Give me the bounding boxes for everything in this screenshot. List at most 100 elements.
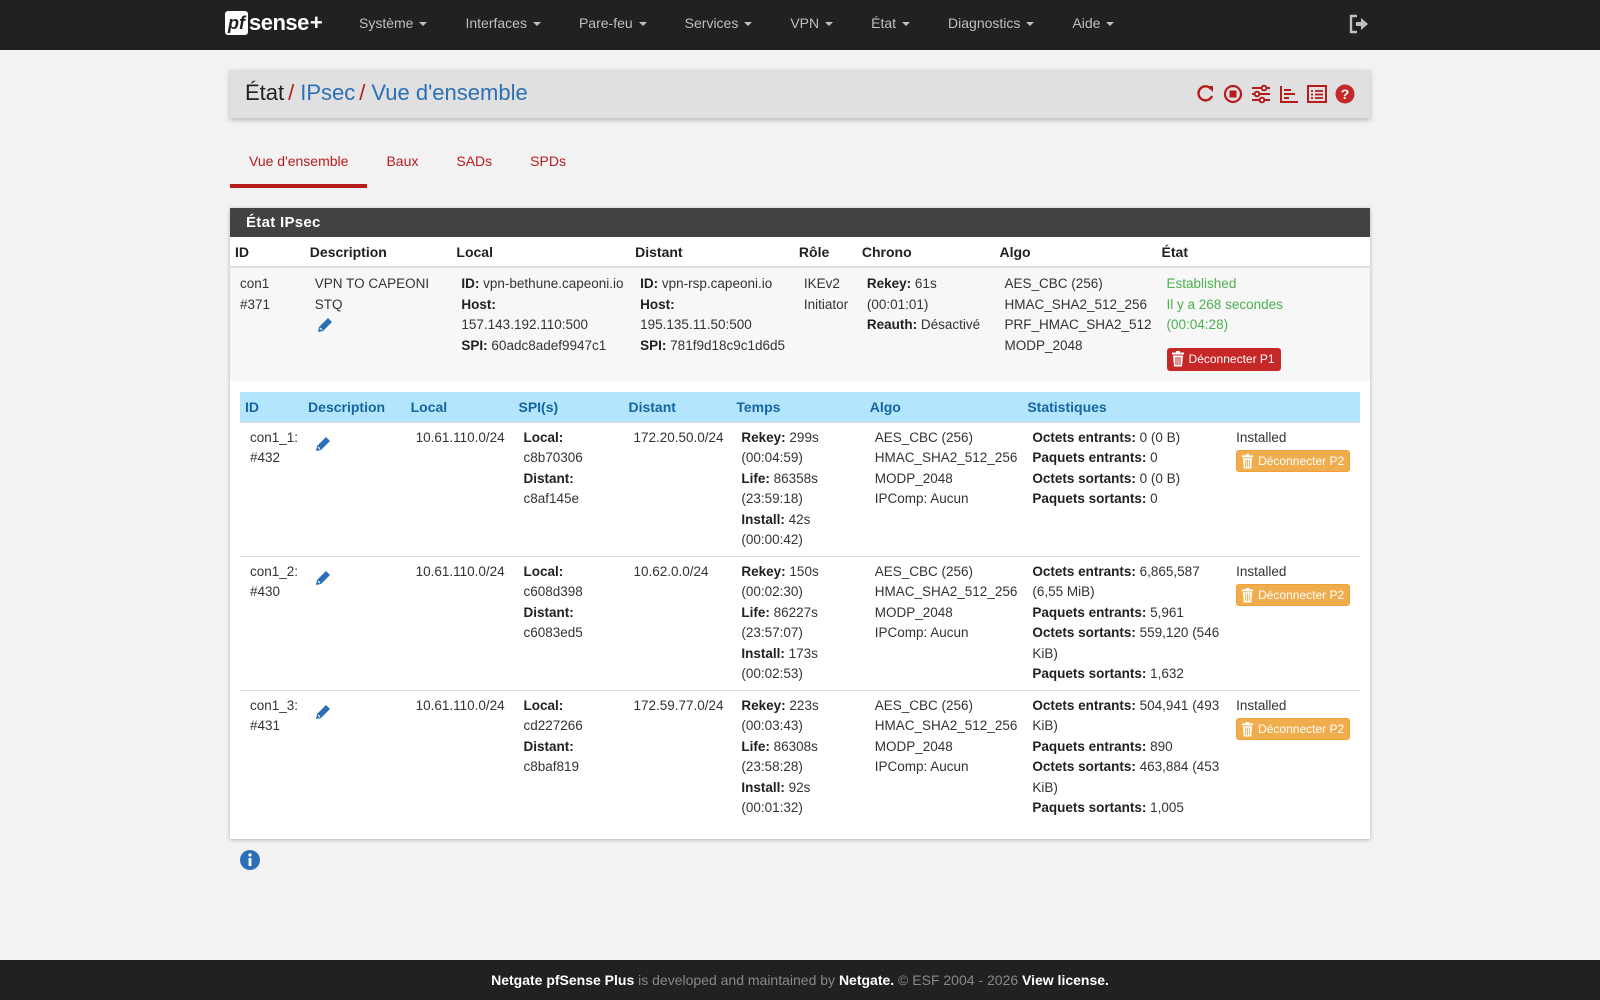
breadcrumb-overview-link[interactable]: Vue d'ensemble xyxy=(371,80,527,105)
p2-status-cell: Installed Déconnecter P2 xyxy=(1226,689,1360,824)
info-icon[interactable] xyxy=(239,849,261,871)
p2-remote-subnet: 172.20.50.0/24 xyxy=(633,429,724,445)
pfsense-logo[interactable]: pf sense + xyxy=(225,10,323,36)
logout-icon[interactable] xyxy=(1348,13,1370,35)
col-header: Temps xyxy=(731,392,865,422)
edit-pencil-icon[interactable] xyxy=(313,702,333,722)
edit-pencil-icon[interactable] xyxy=(315,315,335,335)
tab-leases[interactable]: Baux xyxy=(367,148,437,188)
col-header: Local xyxy=(405,392,514,422)
p2-id-cell: con1_2: #430 xyxy=(240,555,304,690)
edit-pencil-icon[interactable] xyxy=(313,434,333,454)
p2-rekey-time: (00:03:43) xyxy=(741,718,803,733)
trash-icon xyxy=(1171,351,1184,367)
log-list-icon[interactable] xyxy=(1306,83,1328,105)
stop-icon[interactable] xyxy=(1222,83,1244,105)
p2-num: #431 xyxy=(250,718,281,733)
col-header: Description xyxy=(304,237,452,268)
ipsec-status-panel: État IPsec ID Description Local Distant … xyxy=(230,208,1370,839)
label: Local: xyxy=(523,429,564,445)
tab-sads[interactable]: SADs xyxy=(437,148,511,188)
menu-services[interactable]: Services xyxy=(666,0,772,50)
menu-label: Aide xyxy=(1072,15,1101,31)
footer-license-link[interactable]: View license. xyxy=(1022,972,1109,988)
algo-line: AES_CBC (256) xyxy=(874,429,974,445)
p2-stats-cell: Octets entrants: 6,865,587 (6,55 MiB) Paq… xyxy=(1022,555,1227,690)
label: Host: xyxy=(640,296,675,312)
p2-status: Installed xyxy=(1236,697,1287,713)
menu-interfaces[interactable]: Interfaces xyxy=(446,0,559,50)
disconnect-p2-button[interactable]: Déconnecter P2 xyxy=(1236,584,1351,606)
p2-in-packets: 5,961 xyxy=(1150,604,1184,620)
label: Rekey: xyxy=(866,276,912,291)
p2-description-cell xyxy=(303,421,406,556)
child-sa-wrapper: ID Description Local SPI(s) Distant Temp… xyxy=(240,392,1360,824)
top-navbar: pf sense + Système Interfaces Pare-feu S… xyxy=(0,0,1600,50)
p2-local-cell: 10.61.110.0/24 xyxy=(405,689,514,824)
label: Local: xyxy=(523,697,564,713)
footer-netgate-link[interactable]: Netgate. xyxy=(839,972,894,988)
menu-label: Diagnostics xyxy=(948,15,1021,31)
menu-systeme[interactable]: Système xyxy=(340,0,446,50)
label: SPI: xyxy=(461,337,488,353)
p2-spi-cell: Local: c8b70306 Distant: c8af145e xyxy=(513,421,624,556)
p1-status: Established xyxy=(1166,276,1237,291)
button-label: Déconnecter P2 xyxy=(1258,587,1345,602)
menu-label: Interfaces xyxy=(465,15,527,31)
logo-pf: pf xyxy=(225,11,248,35)
menu-diagnostics[interactable]: Diagnostics xyxy=(929,0,1053,50)
p1-header-row: ID Description Local Distant Rôle Chrono… xyxy=(230,237,1370,268)
p1-role: IKEv2 xyxy=(803,276,840,291)
p1-remote-host: 195.135.11.50:500 xyxy=(640,317,752,332)
p2-rekey-time: (00:04:59) xyxy=(741,450,803,465)
p2-local-cell: 10.61.110.0/24 xyxy=(405,421,514,556)
tab-spds[interactable]: SPDs xyxy=(511,148,585,188)
menu-vpn[interactable]: VPN xyxy=(771,0,852,50)
p2-algo-cell: AES_CBC (256) HMAC_SHA2_512_256 MODP_2048 I… xyxy=(864,421,1023,556)
menu-pare-feu[interactable]: Pare-feu xyxy=(560,0,666,50)
page-actions: ? xyxy=(1194,83,1356,105)
help-icon[interactable]: ? xyxy=(1334,83,1356,105)
disconnect-p2-button[interactable]: Déconnecter P2 xyxy=(1236,450,1351,472)
disconnect-p1-button[interactable]: Déconnecter P1 xyxy=(1166,347,1281,371)
footer: Netgate pfSense Plus is developed and ma… xyxy=(0,960,1600,1000)
label: ID: xyxy=(461,276,480,291)
p2-remote-subnet: 10.62.0.0/24 xyxy=(633,563,709,579)
p2-body: con1_1: #432 10.61.110.0/24 Local: c8b70306… xyxy=(240,421,1360,824)
refresh-icon[interactable] xyxy=(1194,83,1216,105)
p2-table: ID Description Local SPI(s) Distant Temp… xyxy=(240,392,1360,824)
p2-local-cell: 10.61.110.0/24 xyxy=(405,555,514,690)
p2-local-subnet: 10.61.110.0/24 xyxy=(415,429,505,445)
p2-rekey: 299s xyxy=(789,429,819,445)
p2-remote-subnet: 172.59.77.0/24 xyxy=(633,697,724,713)
p2-status-cell: Installed Déconnecter P2 xyxy=(1226,555,1360,690)
menu-label: Services xyxy=(684,15,739,31)
p2-time-cell: Rekey: 299s (00:04:59) Life: 86358s (23:59:… xyxy=(731,421,865,556)
caret-down-icon xyxy=(1106,22,1115,27)
p1-rekey-time: (00:01:01) xyxy=(866,296,929,312)
p1-remote-spi: 781f9d18c9c1d6d5 xyxy=(670,337,786,353)
p2-spi-remote: c6083ed5 xyxy=(523,625,583,640)
settings-sliders-icon[interactable] xyxy=(1250,83,1272,105)
p2-out-packets: 1,632 xyxy=(1150,666,1184,681)
p2-spi-cell: Local: c608d398 Distant: c6083ed5 xyxy=(513,555,624,690)
algo-line: PRF_HMAC_SHA2_512 xyxy=(1004,317,1152,332)
menu-etat[interactable]: État xyxy=(852,0,929,50)
edit-pencil-icon[interactable] xyxy=(313,568,333,588)
trash-icon xyxy=(1242,453,1254,468)
label: Reauth: xyxy=(866,317,918,332)
button-label: Déconnecter P2 xyxy=(1258,721,1345,736)
p2-remote-cell: 172.20.50.0/24 xyxy=(623,421,732,556)
menu-aide[interactable]: Aide xyxy=(1053,0,1133,50)
label: Life: xyxy=(741,738,770,754)
disconnect-p2-button[interactable]: Déconnecter P2 xyxy=(1236,718,1351,740)
p2-local-subnet: 10.61.110.0/24 xyxy=(415,563,505,579)
p2-in-bytes: 0 (0 B) xyxy=(1139,429,1181,445)
breadcrumb-ipsec-link[interactable]: IPsec xyxy=(300,80,355,105)
chart-icon[interactable] xyxy=(1278,83,1300,105)
tab-overview[interactable]: Vue d'ensemble xyxy=(230,148,368,188)
panel-title: État IPsec xyxy=(230,208,1370,237)
algo-line: MODP_2048 xyxy=(874,604,953,620)
p2-rekey: 150s xyxy=(789,563,819,579)
p1-id-cell: con1 #371 xyxy=(230,267,305,381)
